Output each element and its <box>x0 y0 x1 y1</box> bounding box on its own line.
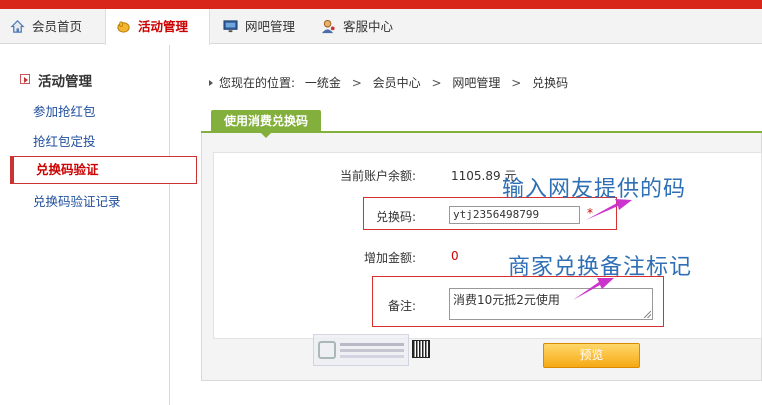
top-nav: 会员首页 活动管理 网吧管理 客服中心 <box>0 9 762 45</box>
redeem-code-input[interactable]: ytj2356498799 <box>449 206 580 224</box>
nav-item-label: 会员首页 <box>32 19 83 34</box>
nav-item-member-home[interactable]: 会员首页 <box>0 9 104 44</box>
note-textarea[interactable]: 消费10元抵2元使用 <box>449 288 653 320</box>
support-icon <box>321 19 335 34</box>
note-hint-annotation: 商家兑换备注标记 <box>508 255 693 280</box>
tab-pointer <box>260 132 272 138</box>
breadcrumb-separator: > <box>431 76 442 90</box>
increase-amount-value: 0 <box>451 249 459 263</box>
sidebar-item-join-red-envelope[interactable]: 参加抢红包 <box>33 101 96 120</box>
nav-item-label: 活动管理 <box>138 19 189 34</box>
hand-icon <box>117 21 130 33</box>
tab-use-consumption-code[interactable]: 使用消费兑换码 <box>211 110 321 132</box>
monitor-icon <box>223 20 238 33</box>
sidebar-item-red-envelope-invest[interactable]: 抢红包定投 <box>33 131 96 150</box>
preview-button[interactable]: 预览 <box>543 343 640 368</box>
nav-item-netbar-management[interactable]: 网吧管理 <box>213 9 313 44</box>
nav-item-customer-service[interactable]: 客服中心 <box>311 9 411 44</box>
home-icon <box>10 20 25 33</box>
watermark-mark-icon <box>318 341 336 359</box>
breadcrumb-item[interactable]: 一统金 <box>305 76 341 90</box>
breadcrumb-prefix: 您现在的位置: <box>219 76 296 90</box>
required-mark: * <box>587 206 593 220</box>
note-label: 备注: <box>387 299 416 313</box>
code-hint-annotation: 输入网友提供的码 <box>502 177 687 202</box>
sidebar-item-code-verify[interactable]: 兑换码验证 <box>10 156 197 184</box>
top-red-bar <box>0 0 762 9</box>
breadcrumb-separator: > <box>351 76 362 90</box>
breadcrumb-arrow-icon <box>209 80 213 86</box>
breadcrumb-item[interactable]: 会员中心 <box>373 76 421 90</box>
nav-item-activity-management[interactable]: 活动管理 <box>105 9 210 45</box>
breadcrumb: 您现在的位置: 一统金 > 会员中心 > 网吧管理 > 兑换码 <box>209 74 568 91</box>
breadcrumb-item: 兑换码 <box>532 76 569 90</box>
play-bullet-icon <box>20 74 30 84</box>
sidebar-title: 活动管理 <box>20 70 92 90</box>
code-label: 兑换码: <box>375 210 416 224</box>
qr-code-icon <box>412 340 430 358</box>
nav-item-label: 网吧管理 <box>245 19 296 34</box>
sidebar: 活动管理 参加抢红包 抢红包定投 兑换码验证 兑换码验证记录 <box>0 45 197 405</box>
balance-label: 当前账户余额: <box>339 169 416 183</box>
watermark-logo <box>313 334 409 366</box>
nav-item-label: 客服中心 <box>343 19 394 34</box>
resize-grip-icon[interactable] <box>644 311 651 318</box>
breadcrumb-separator: > <box>511 76 522 90</box>
note-text: 消费10元抵2元使用 <box>453 293 560 307</box>
sidebar-item-code-verify-log[interactable]: 兑换码验证记录 <box>33 191 121 210</box>
breadcrumb-item[interactable]: 网吧管理 <box>452 76 500 90</box>
increase-amount-label: 增加金额: <box>363 251 416 265</box>
